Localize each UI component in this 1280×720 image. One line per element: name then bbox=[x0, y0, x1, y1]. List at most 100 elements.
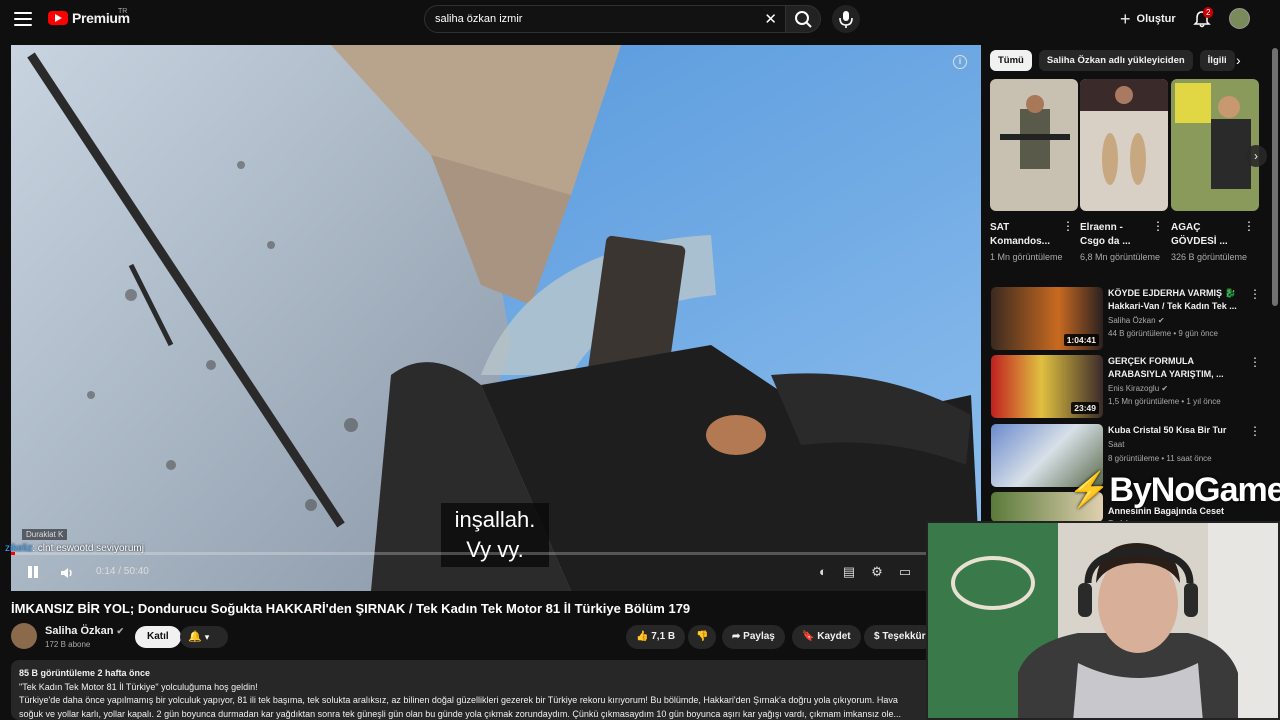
save-label: Kaydet bbox=[817, 631, 851, 642]
pause-icon[interactable] bbox=[26, 564, 40, 580]
more-vert-icon[interactable]: ⋮ bbox=[1249, 355, 1261, 369]
share-button[interactable]: ➦ Paylaş bbox=[722, 625, 785, 649]
channel-name: Saliha Özkan ✔ bbox=[1108, 316, 1165, 325]
subscriber-count: 172 B abone bbox=[45, 640, 91, 649]
duration-badge: 23:49 bbox=[1071, 402, 1099, 414]
channel-name: Enis Kirazoglu ✔ bbox=[1108, 384, 1168, 393]
sidebar-scrollbar[interactable] bbox=[1272, 48, 1278, 306]
video-stats: 8 görüntüleme • 11 saat önce bbox=[1108, 454, 1212, 463]
search-button[interactable] bbox=[785, 5, 821, 33]
verified-icon: ✔ bbox=[116, 626, 125, 636]
chip-from-uploader[interactable]: Saliha Özkan adlı yükleyiciden bbox=[1038, 50, 1193, 71]
video-stats: 1,5 Mn görüntüleme • 1 yıl önce bbox=[1108, 397, 1221, 406]
progress-bar[interactable] bbox=[11, 552, 981, 555]
create-button[interactable]: + Oluştur bbox=[1120, 7, 1176, 31]
description-line-2: Türkiye'de daha önce yapılmamış bir yolc… bbox=[19, 695, 898, 705]
microphone-icon bbox=[839, 11, 853, 28]
like-button[interactable]: 👍 7,1 B bbox=[626, 625, 686, 649]
short-views: 326 B görüntüleme bbox=[1171, 252, 1248, 262]
search-value: saliha özkan izmir bbox=[435, 13, 523, 25]
more-vert-icon[interactable]: ⋮ bbox=[1152, 219, 1164, 233]
video-player[interactable]: i inşallah. Vy vy. bbox=[11, 45, 981, 591]
clear-search-icon[interactable]: ✕ bbox=[764, 10, 777, 28]
thanks-label: Teşekkür bbox=[882, 631, 926, 642]
description-meta: 85 B görüntüleme 2 hafta önce bbox=[19, 668, 151, 678]
channel-name: Saat bbox=[1108, 440, 1125, 449]
channel-avatar[interactable] bbox=[11, 623, 37, 649]
youtube-play-icon bbox=[48, 11, 68, 25]
webcam-feed bbox=[928, 523, 1278, 718]
recommended-video[interactable]: 23:49 GERÇEK FORMULA ARABASIYLA YARIŞTIM… bbox=[991, 355, 1261, 419]
youtube-logo[interactable]: Premium TR bbox=[48, 8, 130, 26]
notifications-button[interactable]: 2 bbox=[1192, 7, 1214, 29]
settings-gear-icon[interactable]: ⚙ bbox=[871, 564, 883, 580]
short-thumbnail bbox=[1080, 79, 1168, 211]
create-label: Oluştur bbox=[1136, 13, 1176, 25]
more-vert-icon[interactable]: ⋮ bbox=[1249, 424, 1261, 438]
like-count: 7,1 B bbox=[651, 631, 676, 642]
short-title: Elraenn - Csgo da ... bbox=[1080, 222, 1131, 247]
description-line-1: "Tek Kadın Tek Motor 81 İl Türkiye" yolc… bbox=[19, 681, 258, 692]
bookmark-icon: 🔖 bbox=[802, 631, 815, 642]
account-avatar[interactable] bbox=[1229, 8, 1250, 29]
menu-icon[interactable] bbox=[12, 9, 34, 29]
bolt-icon: ⚡ bbox=[1068, 471, 1110, 509]
dislike-button[interactable]: 👎 bbox=[688, 625, 717, 649]
subtitles-icon[interactable]: ▤ bbox=[843, 564, 855, 580]
video-title: Kuba Cristal 50 Kısa Bir Tur bbox=[1108, 425, 1227, 435]
webcam-overlay bbox=[926, 521, 1280, 720]
chevron-right-icon[interactable]: › bbox=[1236, 52, 1241, 68]
chip-related[interactable]: İlgili bbox=[1199, 50, 1235, 71]
voice-search-button[interactable] bbox=[832, 5, 860, 33]
logo-region: TR bbox=[118, 8, 128, 15]
description-box[interactable]: 85 B görüntüleme 2 hafta önce "Tek Kadın… bbox=[11, 660, 951, 720]
video-thumbnail: 1:04:41 bbox=[991, 287, 1103, 350]
recommended-video[interactable]: 1:04:41 KÖYDE EJDERHA VARMIŞ 🐉 Hakkari-V… bbox=[991, 287, 1261, 351]
channel-name-text: Saliha Özkan bbox=[45, 625, 114, 637]
verified-icon: ✔ bbox=[1161, 384, 1169, 393]
short-item[interactable]: SAT Komandos... 1 Mn görüntüleme ⋮ bbox=[990, 79, 1078, 264]
short-item[interactable]: Elraenn - Csgo da ... 6,8 Mn görüntüleme… bbox=[1080, 79, 1168, 264]
search-input[interactable]: saliha özkan izmir ✕ bbox=[424, 5, 786, 33]
join-button[interactable]: Katıl bbox=[135, 626, 181, 648]
share-icon: ➦ bbox=[732, 631, 741, 642]
filter-chips: Tümü Saliha Özkan adlı yükleyiciden İlgi… bbox=[990, 50, 1235, 72]
thumbs-up-icon: 👍 bbox=[636, 631, 649, 642]
duration-badge: 1:04:41 bbox=[1063, 334, 1099, 346]
more-vert-icon[interactable]: ⋮ bbox=[1243, 219, 1255, 233]
time-display: 0:14 / 50:40 bbox=[96, 566, 149, 577]
thumbs-down-icon: 👎 bbox=[696, 631, 709, 642]
short-title: SAT Komandos... bbox=[990, 222, 1051, 247]
save-button[interactable]: 🔖 Kaydet bbox=[792, 625, 861, 649]
autoplay-toggle-icon[interactable]: ◐ bbox=[819, 564, 827, 580]
player-controls: 0:14 / 50:40 ◐ ▤ ⚙ ▭ bbox=[11, 558, 981, 588]
verified-icon: ✔ bbox=[1157, 316, 1165, 325]
more-vert-icon[interactable]: ⋮ bbox=[1062, 219, 1074, 233]
thanks-icon: $ bbox=[874, 631, 880, 642]
video-title: GERÇEK FORMULA ARABASIYLA YARIŞTIM, ... bbox=[1108, 356, 1224, 379]
pause-tooltip: Duraklat K bbox=[22, 529, 68, 540]
thanks-button[interactable]: $ Teşekkür bbox=[864, 625, 936, 649]
share-label: Paylaş bbox=[743, 631, 775, 642]
chevron-down-icon: ▾ bbox=[204, 632, 210, 642]
info-icon[interactable]: i bbox=[953, 55, 967, 69]
video-thumbnail: 23:49 bbox=[991, 355, 1103, 418]
caption-line-1: inşallah. bbox=[454, 507, 536, 532]
short-item[interactable]: AGAÇ GÖVDESİ ... 326 B görüntüleme ⋮ bbox=[1171, 79, 1259, 264]
chip-all[interactable]: Tümü bbox=[990, 50, 1032, 71]
video-title: İMKANSIZ BİR YOL; Dondurucu Soğukta HAKK… bbox=[11, 601, 691, 616]
more-vert-icon[interactable]: ⋮ bbox=[1249, 287, 1261, 301]
shorts-next-icon[interactable]: › bbox=[1245, 145, 1267, 167]
subscription-bell-button[interactable]: 🔔 ▾ bbox=[180, 626, 228, 648]
volume-icon[interactable] bbox=[59, 565, 75, 581]
short-thumbnail bbox=[990, 79, 1078, 211]
short-thumbnail bbox=[1171, 79, 1259, 211]
top-bar: Premium TR saliha özkan izmir ✕ + Oluştu… bbox=[0, 0, 1280, 38]
video-stats: 44 B görüntüleme • 9 gün önce bbox=[1108, 329, 1218, 338]
short-views: 1 Mn görüntüleme bbox=[990, 252, 1063, 262]
bell-icon: 🔔 bbox=[188, 631, 202, 643]
channel-text: Saliha Özkan bbox=[1108, 316, 1156, 325]
watermark-text: ByNoGame bbox=[1109, 471, 1280, 509]
miniplayer-icon[interactable]: ▭ bbox=[899, 564, 911, 580]
channel-name[interactable]: Saliha Özkan ✔ bbox=[45, 625, 124, 637]
